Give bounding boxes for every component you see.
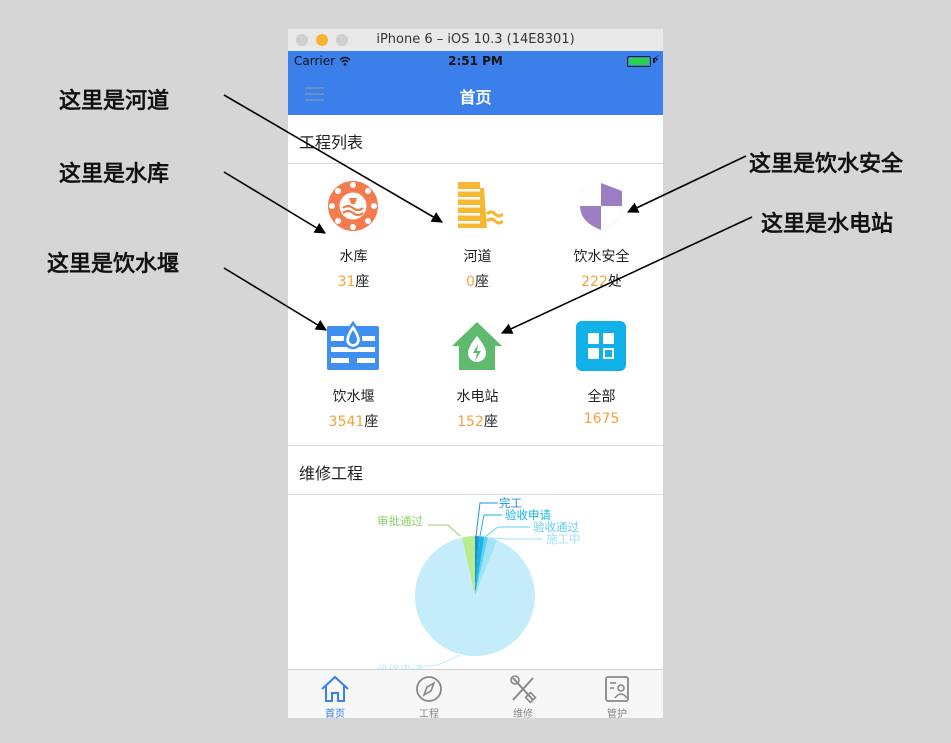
tab-label: 维修: [513, 709, 533, 718]
tab-management[interactable]: 管护: [570, 670, 663, 718]
grid-item-all[interactable]: 全部 1675: [539, 320, 663, 435]
status-time: 2:51 PM: [448, 54, 503, 68]
grid-item-water-safety[interactable]: 饮水安全 222处: [539, 180, 663, 295]
grid-item-river[interactable]: 河道 0座: [415, 180, 540, 295]
tab-label: 管护: [607, 709, 627, 718]
annotation-river: 这里是河道: [59, 89, 170, 114]
page-title: 首页: [459, 88, 492, 107]
profile-card-icon: [605, 676, 629, 702]
grid-item-reservoir[interactable]: 水库 31座: [291, 180, 416, 295]
project-list-title: 工程列表: [299, 133, 364, 152]
annotation-hydropower: 这里是水电站: [761, 212, 894, 237]
grid-item-label: 水库: [339, 249, 368, 265]
navigation-bar: Carrier 2:51 PM ⚡ 首页: [288, 51, 663, 115]
simulator-titlebar: iPhone 6 – iOS 10.3 (14E8301): [288, 29, 663, 52]
tools-icon: [510, 675, 537, 704]
pie-leader-line: [428, 524, 461, 537]
charging-icon: ⚡: [652, 53, 660, 66]
hydropower-icon: [452, 322, 502, 370]
battery-icon: [627, 56, 651, 67]
project-list-header: 工程列表: [288, 115, 663, 164]
grid-item-label: 饮水堰: [332, 389, 375, 405]
grid-item-count: 3541座: [328, 414, 379, 430]
tab-home[interactable]: 首页: [288, 670, 382, 718]
home-icon: [321, 675, 349, 702]
grid-icon: [576, 321, 626, 371]
weir-icon: [327, 320, 379, 370]
annotation-reservoir: 这里是水库: [59, 162, 170, 187]
grid-item-count: 222处: [581, 274, 622, 290]
maintenance-title: 维修工程: [299, 464, 364, 483]
grid-item-count: 0座: [466, 274, 489, 290]
reservoir-icon: [328, 181, 378, 231]
annotation-weir: 这里是饮水堰: [47, 252, 180, 277]
grid-item-count: 31座: [337, 274, 370, 290]
grid-item-count: 1675: [583, 411, 620, 427]
grid-item-label: 水电站: [456, 389, 499, 405]
grid-item-label: 饮水安全: [573, 249, 630, 265]
grid-item-label: 全部: [587, 389, 616, 405]
grid-item-count: 152座: [457, 414, 498, 430]
compass-icon: [416, 676, 442, 702]
pie-label-in-construction: 施工中: [546, 532, 581, 546]
tab-label: 首页: [325, 709, 345, 718]
tab-projects[interactable]: 工程: [382, 670, 476, 718]
pie-leader-line: [417, 654, 461, 668]
river-icon: [458, 182, 503, 228]
maintenance-pie-chart: [415, 502, 543, 668]
grid-item-hydropower[interactable]: 水电站 152座: [415, 320, 540, 435]
pie-leader-line: [488, 537, 543, 540]
grid-item-label: 河道: [463, 249, 492, 265]
annotation-water-safety: 这里是饮水安全: [749, 152, 904, 177]
simulator-title: iPhone 6 – iOS 10.3 (14E8301): [376, 32, 575, 47]
shield-icon: [580, 183, 622, 230]
pie-label-approved: 审批通过: [377, 514, 423, 528]
simulator-window: iPhone 6 – iOS 10.3 (14E8301) Carrier 2:…: [288, 29, 663, 718]
pie-leader-line: [475, 502, 498, 537]
tab-bar: 首页 工程 维修 管护: [288, 669, 663, 718]
tab-label: 工程: [419, 709, 439, 718]
maintenance-header: 维修工程: [288, 445, 663, 495]
grid-item-weir[interactable]: 饮水堰 3541座: [291, 320, 416, 435]
pie-leader-line: [484, 526, 530, 538]
tab-maintenance[interactable]: 维修: [476, 670, 570, 718]
